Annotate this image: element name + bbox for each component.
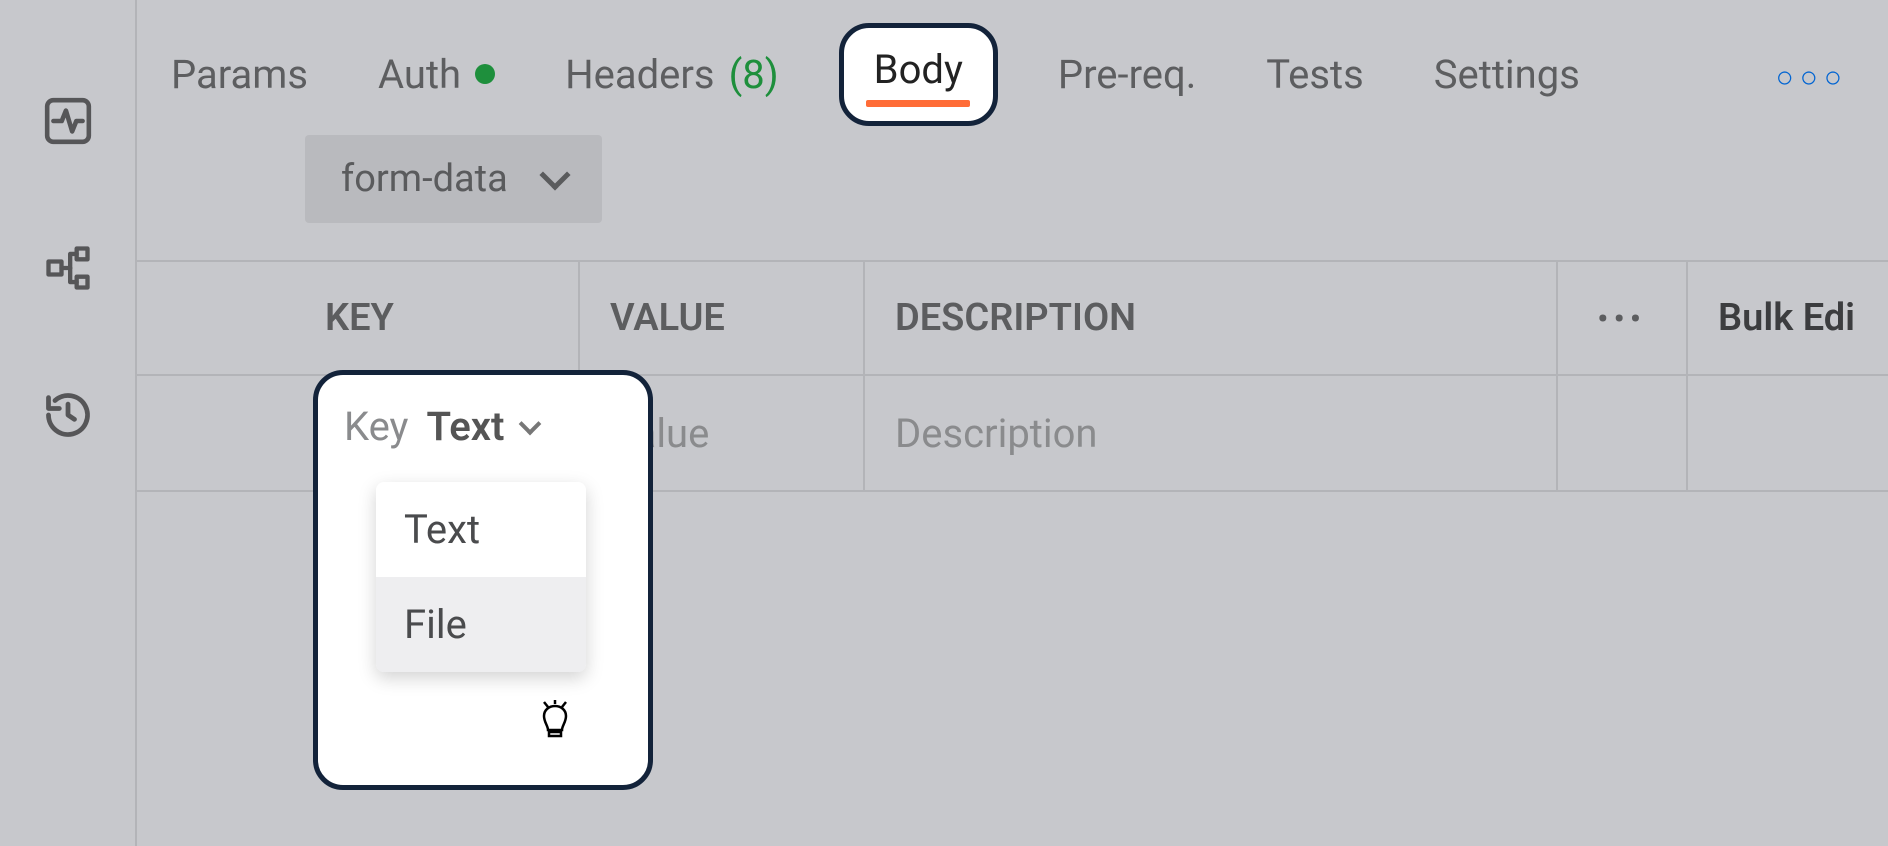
key-placeholder: Key (344, 403, 408, 450)
dropdown-menu: Text File (376, 482, 586, 672)
dropdown-option-text[interactable]: Text (376, 482, 586, 577)
request-tabs: Params Auth Headers (8) Body Pre-req. Te… (137, 0, 1888, 118)
tab-label: Auth (378, 51, 461, 98)
activity-icon[interactable] (42, 95, 94, 147)
flow-icon[interactable] (42, 242, 94, 294)
chevron-down-icon (519, 412, 542, 435)
tab-label: Settings (1434, 51, 1580, 98)
dropdown-head: Key Text (336, 395, 630, 482)
table-header-row: KEY VALUE DESCRIPTION ••• Bulk Edi (137, 260, 1888, 376)
tab-params[interactable]: Params (161, 45, 318, 104)
column-header-description: DESCRIPTION (865, 262, 1558, 374)
tab-prereq[interactable]: Pre-req. (1048, 45, 1206, 104)
left-rail (0, 0, 137, 846)
chevron-down-icon (539, 159, 570, 190)
row-options-spacer (1558, 376, 1688, 490)
description-cell[interactable]: Description (865, 376, 1558, 490)
row-handle-spacer (137, 262, 295, 374)
bulk-edit-button[interactable]: Bulk Edi (1688, 262, 1888, 374)
tab-label: Pre-req. (1058, 51, 1196, 98)
tab-label: Body (874, 46, 963, 93)
column-header-value: VALUE (580, 262, 865, 374)
body-type-selector[interactable]: form-data (305, 135, 602, 223)
tab-label: Params (171, 51, 308, 98)
headers-count: (8) (729, 51, 779, 98)
row-handle[interactable] (137, 376, 295, 490)
row-tail-spacer (1688, 376, 1888, 490)
tab-tests[interactable]: Tests (1256, 45, 1374, 104)
tab-auth[interactable]: Auth (368, 45, 505, 104)
description-placeholder: Description (895, 410, 1098, 457)
history-icon[interactable] (42, 389, 94, 441)
tab-headers[interactable]: Headers (8) (555, 45, 789, 104)
active-tab-underline (866, 100, 970, 107)
more-actions-icon[interactable]: ○○○ (1776, 60, 1848, 95)
key-type-selected: Text (426, 403, 504, 450)
status-dot-icon (475, 64, 495, 84)
tab-label: Headers (565, 51, 714, 98)
key-type-dropdown: Key Text Text File (313, 370, 653, 790)
more-icon: ••• (1597, 302, 1646, 335)
dropdown-option-file[interactable]: File (376, 577, 586, 672)
body-type-label: form-data (341, 157, 508, 201)
tab-label: Tests (1266, 51, 1364, 98)
column-header-key: KEY (295, 262, 580, 374)
tab-settings[interactable]: Settings (1424, 45, 1590, 104)
column-options-button[interactable]: ••• (1558, 262, 1688, 374)
tab-body[interactable]: Body (839, 23, 998, 126)
